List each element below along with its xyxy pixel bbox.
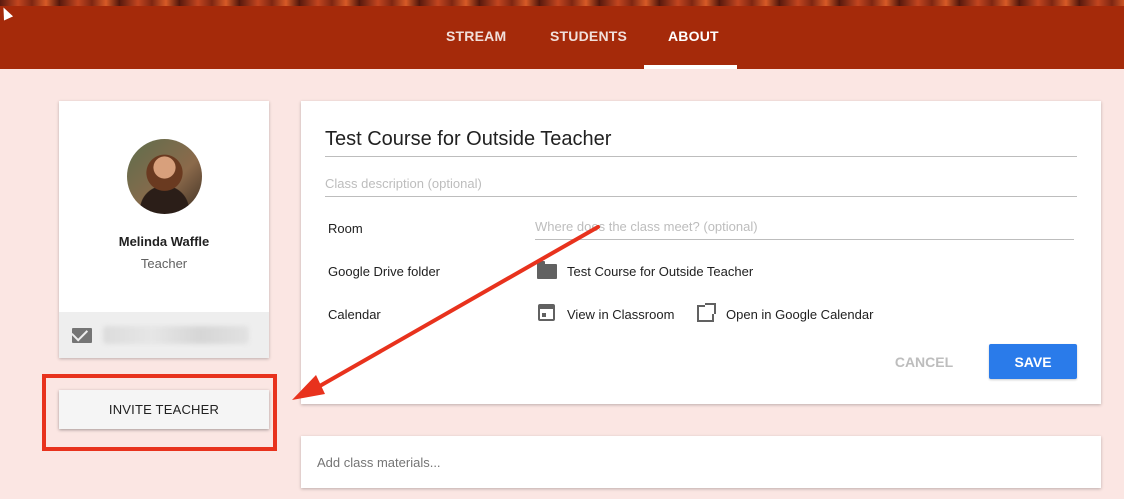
drive-folder-link[interactable]: Test Course for Outside Teacher	[567, 264, 753, 279]
tab-stream[interactable]: STREAM	[446, 28, 506, 48]
teacher-role: Teacher	[140, 256, 188, 271]
teacher-email-row[interactable]	[59, 312, 269, 358]
title-underline	[325, 156, 1077, 157]
teacher-email-redacted	[103, 326, 249, 344]
cancel-button[interactable]: CANCEL	[884, 346, 964, 378]
class-description-input[interactable]: Class description (optional)	[325, 176, 482, 191]
save-button[interactable]: SAVE	[989, 344, 1077, 379]
active-tab-indicator	[644, 65, 737, 69]
open-in-google-calendar-link[interactable]: Open in Google Calendar	[726, 307, 873, 322]
view-in-classroom-link[interactable]: View in Classroom	[567, 307, 674, 322]
description-underline	[325, 196, 1077, 197]
folder-icon	[537, 261, 557, 279]
drive-folder-label: Google Drive folder	[328, 264, 440, 279]
course-title-input[interactable]: Test Course for Outside Teacher	[325, 128, 611, 151]
room-underline	[535, 239, 1074, 240]
mail-icon	[72, 328, 92, 343]
class-materials-card[interactable]: Add class materials...	[301, 436, 1101, 488]
top-nav-bar: STREAM STUDENTS ABOUT	[0, 6, 1124, 69]
open-in-new-icon	[697, 303, 716, 322]
tab-students[interactable]: STUDENTS	[550, 28, 627, 48]
course-details-card: Test Course for Outside Teacher Class de…	[301, 101, 1101, 404]
calendar-icon	[538, 304, 555, 321]
teacher-avatar	[127, 139, 202, 214]
teacher-name: Melinda Waffle	[118, 234, 210, 249]
room-input[interactable]: Where does the class meet? (optional)	[535, 219, 758, 234]
room-label: Room	[328, 221, 363, 236]
invite-teacher-button[interactable]: INVITE TEACHER	[59, 390, 269, 429]
tab-about[interactable]: ABOUT	[668, 28, 719, 48]
calendar-label: Calendar	[328, 307, 381, 322]
add-class-materials-input[interactable]: Add class materials...	[317, 455, 441, 470]
teacher-card: Melinda Waffle Teacher	[59, 101, 269, 358]
